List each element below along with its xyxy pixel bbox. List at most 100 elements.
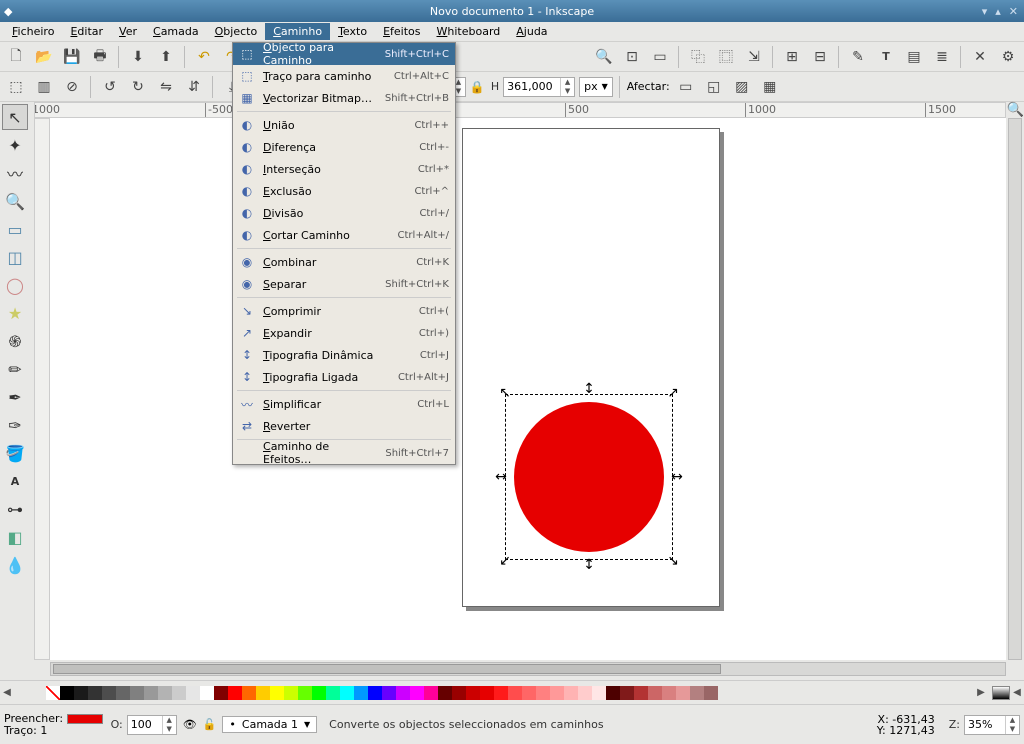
color-swatch[interactable] bbox=[410, 686, 424, 700]
color-swatch[interactable] bbox=[186, 686, 200, 700]
menu-ficheiro[interactable]: Ficheiro bbox=[4, 23, 62, 40]
color-swatch[interactable] bbox=[102, 686, 116, 700]
selection-handle-w[interactable]: ↔ bbox=[494, 470, 508, 484]
zoom-drawing-button[interactable]: ⊡ bbox=[620, 45, 644, 69]
affect-stroke-button[interactable]: ▭ bbox=[674, 75, 698, 99]
menu-whiteboard[interactable]: Whiteboard bbox=[429, 23, 509, 40]
export-button[interactable]: ⬆ bbox=[154, 45, 178, 69]
align-button[interactable]: ≣ bbox=[930, 45, 954, 69]
ellipse-tool[interactable]: ◯ bbox=[2, 272, 28, 298]
color-swatch[interactable] bbox=[214, 686, 228, 700]
menu-camada[interactable]: Camada bbox=[145, 23, 207, 40]
zoom-input[interactable]: ▲▼ bbox=[964, 715, 1020, 735]
menuitem-exclus-o[interactable]: ◐ExclusãoCtrl+^ bbox=[233, 180, 455, 202]
color-swatch[interactable] bbox=[550, 686, 564, 700]
calligraphy-tool[interactable]: ✑ bbox=[2, 412, 28, 438]
fill-swatch[interactable] bbox=[67, 714, 103, 724]
select-layers-button[interactable]: ▥ bbox=[32, 75, 56, 99]
selection-handle-sw[interactable]: ↙ bbox=[498, 554, 512, 568]
open-file-button[interactable]: 📂 bbox=[32, 45, 56, 69]
gradient-tool[interactable]: ◧ bbox=[2, 524, 28, 550]
import-button[interactable]: ⬇ bbox=[126, 45, 150, 69]
bucket-tool[interactable]: 🪣 bbox=[2, 440, 28, 466]
affect-gradient-button[interactable]: ▨ bbox=[730, 75, 754, 99]
menu-objecto[interactable]: Objecto bbox=[207, 23, 266, 40]
unlink-clone-button[interactable]: ⇲ bbox=[742, 45, 766, 69]
rotate-ccw-button[interactable]: ↺ bbox=[98, 75, 122, 99]
ungroup-button[interactable]: ⊟ bbox=[808, 45, 832, 69]
color-swatch[interactable] bbox=[424, 686, 438, 700]
color-swatch[interactable] bbox=[690, 686, 704, 700]
unit-select[interactable]: px▼ bbox=[579, 77, 613, 97]
color-swatch[interactable] bbox=[382, 686, 396, 700]
affect-pattern-button[interactable]: ▦ bbox=[758, 75, 782, 99]
color-swatch[interactable] bbox=[522, 686, 536, 700]
duplicate-button[interactable]: ⿻ bbox=[686, 45, 710, 69]
text-tool[interactable]: A bbox=[2, 468, 28, 494]
color-swatch[interactable] bbox=[438, 686, 452, 700]
color-swatch[interactable] bbox=[242, 686, 256, 700]
menu-texto[interactable]: Texto bbox=[330, 23, 375, 40]
color-swatch[interactable] bbox=[480, 686, 494, 700]
zoom-tool[interactable]: 🔍 bbox=[2, 188, 28, 214]
lock-layer-icon[interactable]: 🔓 bbox=[203, 718, 217, 731]
fill-stroke-button[interactable]: ✎ bbox=[846, 45, 870, 69]
color-swatch[interactable] bbox=[74, 686, 88, 700]
color-swatch[interactable] bbox=[326, 686, 340, 700]
menuitem-diferen-a[interactable]: ◐DiferençaCtrl+- bbox=[233, 136, 455, 158]
selection-handle-nw[interactable]: ↖ bbox=[498, 386, 512, 400]
menuitem-tra-o-para-caminho[interactable]: ⬚Traço para caminhoCtrl+Alt+C bbox=[233, 65, 455, 87]
selection-handle-s[interactable]: ↕ bbox=[582, 558, 596, 572]
color-swatch[interactable] bbox=[396, 686, 410, 700]
selection-handle-ne[interactable]: ↗ bbox=[666, 386, 680, 400]
palette-menu-icon[interactable]: ◀ bbox=[1010, 687, 1024, 698]
horizontal-scrollbar[interactable] bbox=[50, 662, 1006, 676]
save-button[interactable]: 💾 bbox=[60, 45, 84, 69]
star-tool[interactable]: ★ bbox=[2, 300, 28, 326]
group-button[interactable]: ⊞ bbox=[780, 45, 804, 69]
window-maximize-icon[interactable]: ▴ bbox=[995, 5, 1001, 18]
window-minimize-icon[interactable]: ▾ bbox=[982, 5, 988, 18]
opacity-field[interactable] bbox=[128, 716, 162, 734]
color-swatch[interactable] bbox=[508, 686, 522, 700]
spiral-tool[interactable]: ֍ bbox=[2, 328, 28, 354]
color-swatch[interactable] bbox=[116, 686, 130, 700]
menuitem-expandir[interactable]: ↗ExpandirCtrl+) bbox=[233, 322, 455, 344]
affect-corners-button[interactable]: ◱ bbox=[702, 75, 726, 99]
tweak-tool[interactable]: 〰 bbox=[2, 160, 28, 186]
color-swatch[interactable] bbox=[676, 686, 690, 700]
new-file-button[interactable]: 🗋 bbox=[4, 45, 28, 69]
menu-ver[interactable]: Ver bbox=[111, 23, 145, 40]
color-swatch[interactable] bbox=[606, 686, 620, 700]
menuitem-uni-o[interactable]: ◐UniãoCtrl++ bbox=[233, 114, 455, 136]
color-swatch[interactable] bbox=[536, 686, 550, 700]
flip-h-button[interactable]: ⇋ bbox=[154, 75, 178, 99]
print-button[interactable]: 🖶 bbox=[88, 45, 112, 69]
menuitem-cortar-caminho[interactable]: ◐Cortar CaminhoCtrl+Alt+/ bbox=[233, 224, 455, 246]
rectangle-tool[interactable]: ▭ bbox=[2, 216, 28, 242]
color-swatch[interactable] bbox=[298, 686, 312, 700]
xml-editor-button[interactable]: ▤ bbox=[902, 45, 926, 69]
menuitem-vectorizar-bitmap-[interactable]: ▦Vectorizar Bitmap…Shift+Ctrl+B bbox=[233, 87, 455, 109]
color-swatch[interactable] bbox=[368, 686, 382, 700]
zoom-page-button[interactable]: ▭ bbox=[648, 45, 672, 69]
color-swatch[interactable] bbox=[354, 686, 368, 700]
color-swatch[interactable] bbox=[256, 686, 270, 700]
color-swatch[interactable] bbox=[564, 686, 578, 700]
menuitem-tipografia-din-mica[interactable]: ↕Tipografia DinâmicaCtrl+J bbox=[233, 344, 455, 366]
color-swatch[interactable] bbox=[340, 686, 354, 700]
menuitem-separar[interactable]: ◉SepararShift+Ctrl+K bbox=[233, 273, 455, 295]
color-swatch[interactable] bbox=[662, 686, 676, 700]
palette-right-icon[interactable]: ▶ bbox=[974, 687, 988, 698]
color-swatch[interactable] bbox=[284, 686, 298, 700]
menuitem-simplificar[interactable]: 〰SimplificarCtrl+L bbox=[233, 393, 455, 415]
pencil-tool[interactable]: ✏ bbox=[2, 356, 28, 382]
menu-caminho[interactable]: Caminho bbox=[265, 23, 330, 40]
menuitem-interse-o[interactable]: ◐InterseçãoCtrl+* bbox=[233, 158, 455, 180]
color-swatch[interactable] bbox=[130, 686, 144, 700]
menu-efeitos[interactable]: Efeitos bbox=[375, 23, 428, 40]
zoom-field[interactable] bbox=[965, 716, 1005, 734]
flip-v-button[interactable]: ⇵ bbox=[182, 75, 206, 99]
color-swatch[interactable] bbox=[312, 686, 326, 700]
layer-select[interactable]: •Camada 1▼ bbox=[222, 716, 317, 733]
